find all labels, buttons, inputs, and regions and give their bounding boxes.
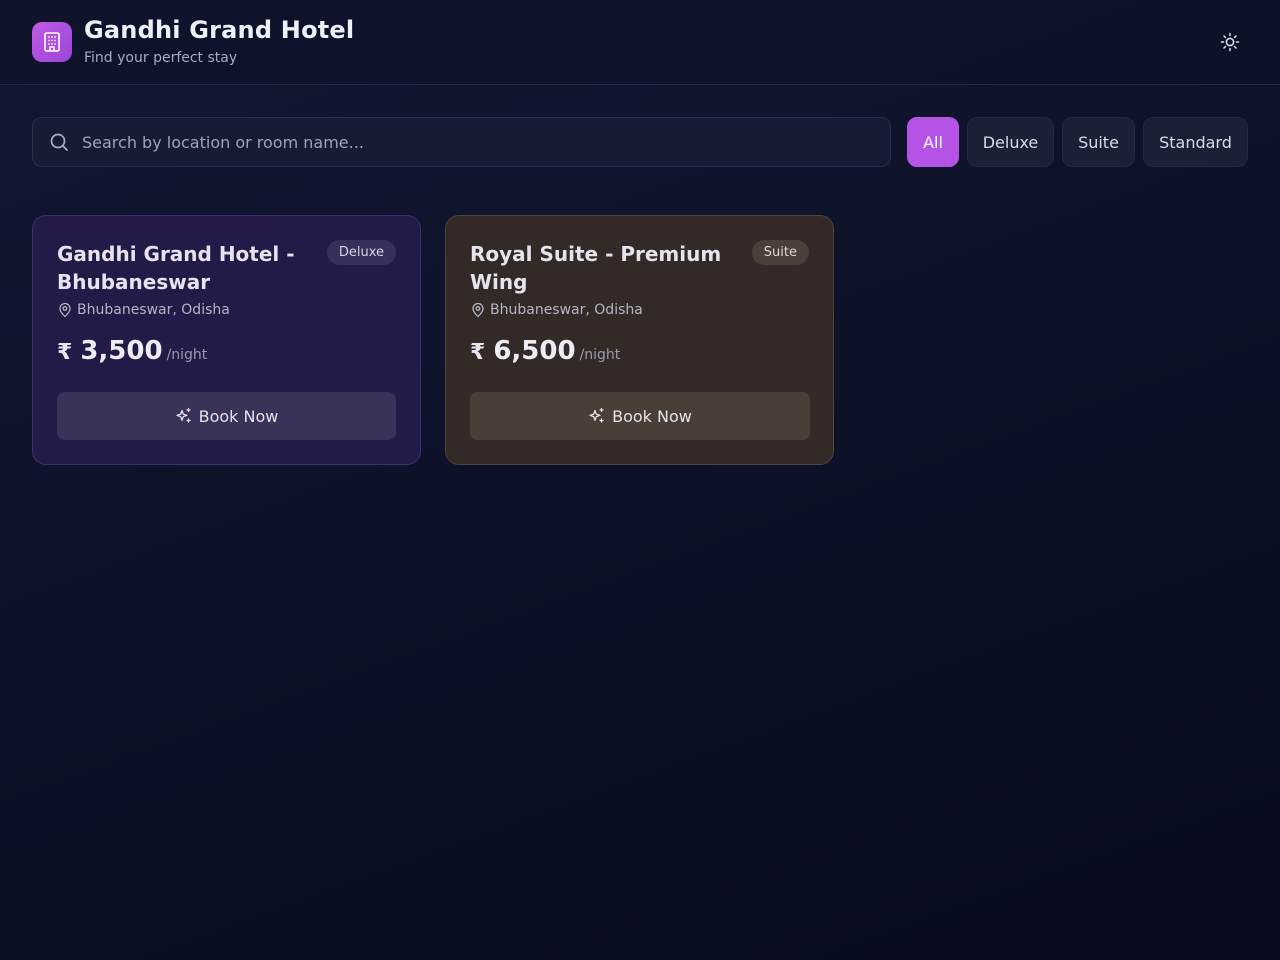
room-price: ₹ 3,500 /night bbox=[57, 336, 207, 366]
room-title: Gandhi Grand Hotel - Bhubaneswar bbox=[57, 242, 295, 294]
sun-icon bbox=[1220, 32, 1240, 52]
map-pin-icon bbox=[57, 302, 73, 318]
room-card-deluxe: Gandhi Grand Hotel - Bhubaneswar Deluxe … bbox=[32, 215, 421, 465]
app-header: Gandhi Grand Hotel Find your perfect sta… bbox=[0, 0, 1280, 85]
sparkles-icon bbox=[588, 407, 606, 425]
room-title: Royal Suite - Premium Wing bbox=[470, 242, 722, 294]
room-type-badge: Deluxe bbox=[326, 240, 396, 265]
room-location-text: Bhubaneswar, Odisha bbox=[77, 302, 230, 318]
search-bar bbox=[32, 117, 891, 167]
room-card-suite: Royal Suite - Premium Wing Suite Bhubane… bbox=[445, 215, 834, 465]
building-icon bbox=[32, 22, 72, 62]
room-location: Bhubaneswar, Odisha bbox=[470, 302, 643, 318]
book-now-label: Book Now bbox=[198, 406, 279, 426]
theme-toggle-button[interactable] bbox=[1214, 26, 1246, 58]
app-title: Gandhi Grand Hotel bbox=[84, 16, 355, 44]
price-unit: /night bbox=[579, 347, 621, 363]
filter-all-button[interactable]: All bbox=[907, 117, 959, 167]
book-now-button[interactable]: Book Now bbox=[470, 392, 810, 440]
room-price: ₹ 6,500 /night bbox=[470, 336, 620, 366]
currency-symbol: ₹ bbox=[470, 340, 486, 365]
room-location-text: Bhubaneswar, Odisha bbox=[490, 302, 643, 318]
map-pin-icon bbox=[470, 302, 486, 318]
price-unit: /night bbox=[166, 347, 208, 363]
filter-standard-button[interactable]: Standard bbox=[1143, 117, 1248, 167]
search-icon bbox=[49, 132, 69, 152]
filter-deluxe-button[interactable]: Deluxe bbox=[967, 117, 1054, 167]
room-location: Bhubaneswar, Odisha bbox=[57, 302, 230, 318]
price-amount: 3,500 bbox=[80, 336, 163, 366]
app-subtitle: Find your perfect stay bbox=[84, 50, 238, 66]
currency-symbol: ₹ bbox=[57, 340, 73, 365]
search-input[interactable] bbox=[82, 118, 890, 166]
book-now-button[interactable]: Book Now bbox=[57, 392, 396, 440]
sparkles-icon bbox=[175, 407, 193, 425]
room-type-badge: Suite bbox=[751, 240, 809, 265]
book-now-label: Book Now bbox=[612, 406, 692, 426]
price-amount: 6,500 bbox=[493, 336, 576, 366]
filter-suite-button[interactable]: Suite bbox=[1062, 117, 1135, 167]
